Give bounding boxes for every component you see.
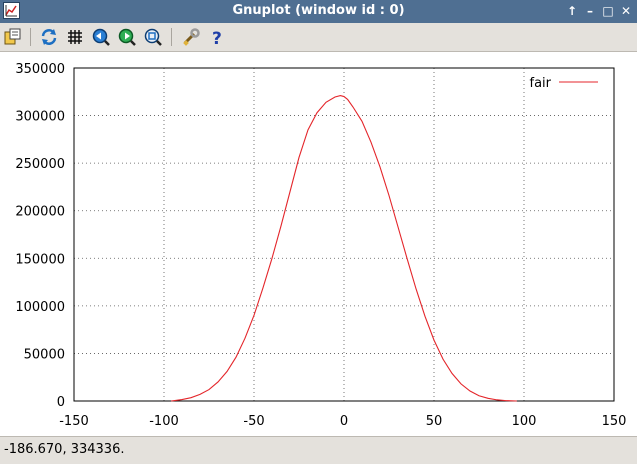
shade-window-icon[interactable]: ↑ xyxy=(565,3,579,19)
minimize-window-icon[interactable]: – xyxy=(583,3,597,19)
y-tick-label: 150000 xyxy=(15,252,65,267)
y-tick-label: 100000 xyxy=(15,300,65,315)
x-tick-label: -100 xyxy=(149,414,179,429)
legend-label-fair: fair xyxy=(530,76,552,91)
export-icon[interactable] xyxy=(3,27,23,47)
status-bar: -186.670, 334336. xyxy=(0,436,637,464)
y-tick-label: 250000 xyxy=(15,157,65,172)
settings-icon[interactable] xyxy=(181,27,201,47)
toolbar: ? xyxy=(0,23,637,52)
plot-border xyxy=(73,67,615,402)
legend: fair xyxy=(530,76,598,91)
y-tick-label: 350000 xyxy=(15,62,65,77)
window-titlebar[interactable]: Gnuplot (window id : 0) ↑ – □ ✕ xyxy=(0,0,637,23)
x-tick-label: -50 xyxy=(243,414,264,429)
window-title: Gnuplot (window id : 0) xyxy=(232,3,405,18)
plot-canvas[interactable]: -150 -100 -50 0 50 100 150 0 50000 100000 150000 20… xyxy=(0,52,637,436)
x-tick-label: 100 xyxy=(512,414,537,429)
help-icon[interactable]: ? xyxy=(207,27,227,49)
autoscale-icon[interactable] xyxy=(143,27,163,47)
x-tick-label: 0 xyxy=(340,414,348,429)
y-tick-label: 300000 xyxy=(15,110,65,125)
maximize-window-icon[interactable]: □ xyxy=(601,3,615,19)
zoom-next-icon[interactable] xyxy=(117,27,137,47)
close-window-icon[interactable]: ✕ xyxy=(619,3,633,19)
zoom-previous-icon[interactable] xyxy=(91,27,111,47)
x-tick-label: 150 xyxy=(602,414,627,429)
cursor-coordinates: -186.670, 334336. xyxy=(4,442,125,457)
svg-text:?: ? xyxy=(212,29,222,47)
y-tick-label: 0 xyxy=(57,395,65,410)
chart[interactable]: -150 -100 -50 0 50 100 150 0 50000 100000 150000 20… xyxy=(0,52,637,436)
y-tick-label: 200000 xyxy=(15,205,65,220)
replot-icon[interactable] xyxy=(39,27,59,47)
y-tick-label: 50000 xyxy=(24,347,65,362)
x-tick-label: -150 xyxy=(59,414,89,429)
x-tick-label: 50 xyxy=(426,414,443,429)
grid-icon[interactable] xyxy=(65,27,85,47)
